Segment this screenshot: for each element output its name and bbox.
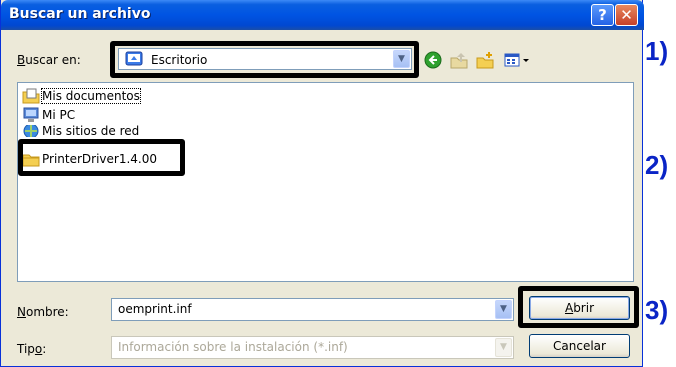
annotation-box-1 [110,41,419,78]
my-documents-icon [22,88,40,104]
filename-field[interactable]: oemprint.inf ▼ [111,298,514,321]
filetype-value: Información sobre la instalación (*.inf) [118,340,348,354]
my-computer-icon [23,107,39,122]
help-button[interactable]: ? [591,4,614,26]
title-bar[interactable]: Buscar un archivo ? ✕ [1,0,644,30]
cancel-button[interactable]: Cancelar [529,334,630,358]
close-button[interactable]: ✕ [615,4,638,26]
annotation-label-2: 2) [645,150,669,180]
view-menu-icon[interactable] [503,51,531,69]
list-item[interactable]: Mis documentos [22,87,141,105]
annotation-label-3: 3) [645,295,669,325]
annotation-label-1: 1) [645,36,669,66]
file-list[interactable]: Mis documentos Mi PC Mis sitios de red P… [17,82,634,282]
window-title: Buscar un archivo [9,6,151,22]
up-folder-icon[interactable] [449,51,469,69]
chevron-down-icon: ▼ [495,338,512,357]
network-places-icon [23,125,39,137]
filename-value: oemprint.inf [118,302,192,316]
new-folder-icon[interactable] [475,51,495,69]
filetype-dropdown: Información sobre la instalación (*.inf)… [111,336,514,359]
back-icon[interactable] [423,51,443,69]
annotation-box-2 [18,139,185,176]
annotation-box-3 [518,286,639,328]
chevron-down-icon[interactable]: ▼ [495,300,512,319]
filename-label: Nombre: [17,305,69,319]
filetype-label: Tipo: [17,342,47,356]
list-item[interactable]: Mis sitios de red [22,125,139,137]
list-item[interactable]: Mi PC [22,106,75,124]
lookin-label: Buscar en: [17,53,81,67]
